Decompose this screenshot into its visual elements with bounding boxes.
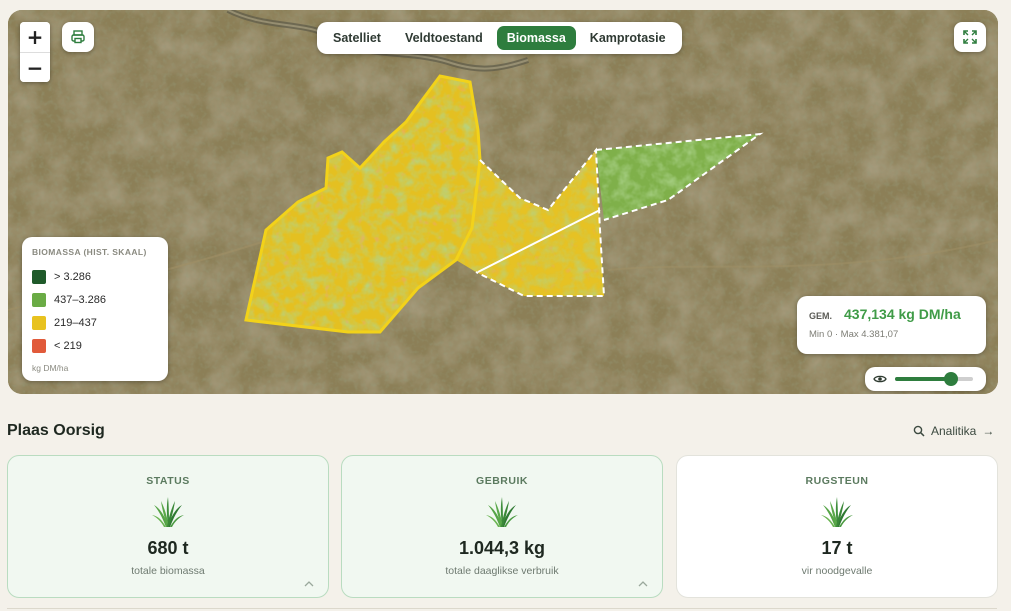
- legend-item: < 219: [32, 334, 158, 357]
- legend-swatch: [32, 338, 46, 353]
- opacity-slider-fill: [895, 377, 952, 381]
- legend-label: 219–437: [54, 316, 97, 329]
- zoom-out-button[interactable]: −: [20, 52, 50, 82]
- printer-icon: [71, 30, 85, 44]
- average-biomass-card: GEM. 437,134 kg DM/ha Min 0 · Max 4.381,…: [797, 296, 986, 354]
- grass-icon: [821, 497, 853, 527]
- grass-icon: [486, 497, 518, 527]
- biomass-legend: BIOMASSA (HIST. SKAAL) > 3.286 437–3.286…: [22, 237, 168, 381]
- legend-label: > 3.286: [54, 270, 92, 283]
- legend-item: 219–437: [32, 311, 158, 334]
- average-value: 437,134 kg DM/ha: [844, 306, 961, 322]
- legend-label: 437–3.286: [54, 293, 106, 306]
- legend-swatch: [32, 315, 46, 330]
- legend-swatch: [32, 292, 46, 307]
- average-label: GEM.: [809, 311, 833, 321]
- analytics-label: Analitika: [931, 424, 977, 438]
- arrow-right-icon: →: [982, 424, 995, 438]
- opacity-slider[interactable]: [895, 372, 973, 386]
- map-layer-tabs: Satelliet Veldtoestand Biomassa Kamprota…: [317, 22, 682, 54]
- card-subtitle: totale daaglikse verbruik: [445, 565, 559, 577]
- card-subtitle: totale biomassa: [131, 565, 205, 577]
- card-title: GEBRUIK: [476, 475, 528, 487]
- usage-card[interactable]: GEBRUIK 1.044,3 kg totale daaglikse verb…: [341, 455, 663, 598]
- card-title: RUGSTEUN: [805, 475, 869, 487]
- legend-label: < 219: [54, 339, 82, 352]
- grass-icon: [152, 497, 184, 527]
- opacity-slider-handle[interactable]: [944, 372, 959, 386]
- search-icon: [913, 425, 925, 437]
- page-title: Plaas Oorsig: [7, 422, 105, 439]
- card-value: 1.044,3 kg: [458, 538, 546, 558]
- chevron-up-icon[interactable]: [304, 581, 314, 587]
- farm-map[interactable]: + − Satelliet Veldtoestand Biomassa Kamp…: [8, 10, 998, 394]
- status-card[interactable]: STATUS 680 t totale biomassa: [7, 455, 329, 598]
- legend-unit: kg DM/ha: [32, 363, 69, 373]
- legend-item: 437–3.286: [32, 288, 158, 311]
- card-value: 17 t: [821, 538, 853, 558]
- tab-satelliet[interactable]: Satelliet: [323, 26, 391, 50]
- card-subtitle: vir noodgevalle: [801, 565, 873, 577]
- chevron-up-icon[interactable]: [638, 581, 648, 587]
- legend-item: > 3.286: [32, 265, 158, 288]
- legend-swatch: [32, 269, 46, 284]
- eye-icon[interactable]: [873, 374, 887, 384]
- min-max-range: Min 0 · Max 4.381,07: [809, 329, 899, 340]
- tab-veldtoestand[interactable]: Veldtoestand: [395, 26, 493, 50]
- layer-opacity-control: [865, 367, 986, 391]
- fullscreen-button[interactable]: [954, 22, 986, 52]
- print-button[interactable]: [62, 22, 94, 52]
- backup-card[interactable]: RUGSTEUN 17 t vir noodgevalle: [676, 455, 998, 598]
- legend-title: BIOMASSA (HIST. SKAAL): [32, 247, 147, 257]
- card-title: STATUS: [146, 475, 190, 487]
- zoom-in-button[interactable]: +: [20, 22, 50, 52]
- tab-kamprotasie[interactable]: Kamprotasie: [580, 26, 676, 50]
- expand-icon: [963, 30, 977, 44]
- card-value: 680 t: [147, 538, 189, 558]
- analytics-link[interactable]: Analitika →: [913, 424, 994, 438]
- zoom-control: + −: [20, 22, 50, 82]
- tab-biomassa[interactable]: Biomassa: [496, 26, 576, 50]
